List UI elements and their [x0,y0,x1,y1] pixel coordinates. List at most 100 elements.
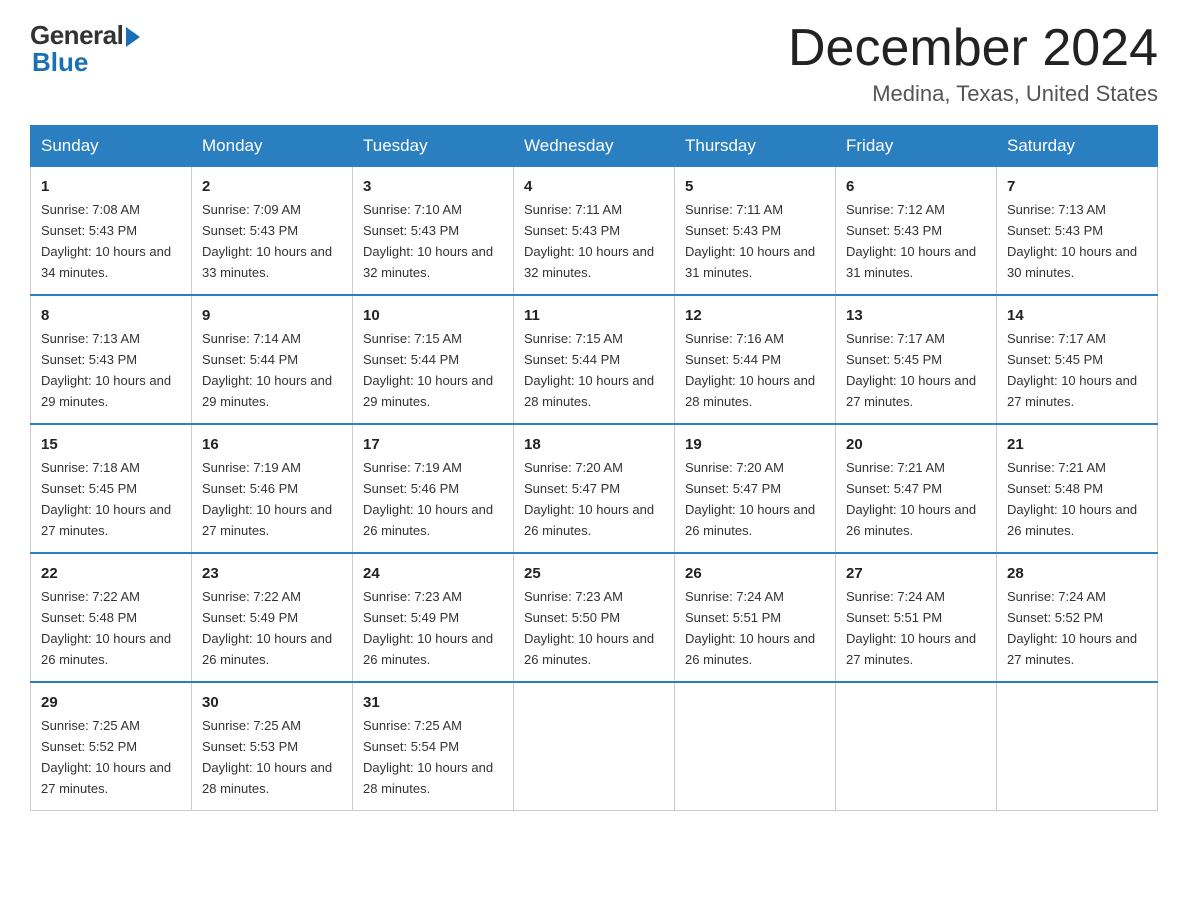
day-info: Sunrise: 7:25 AMSunset: 5:52 PMDaylight:… [41,718,171,796]
day-info: Sunrise: 7:20 AMSunset: 5:47 PMDaylight:… [524,460,654,538]
page-header: General Blue December 2024 Medina, Texas… [30,20,1158,107]
day-number: 19 [685,433,825,456]
day-number: 30 [202,691,342,714]
table-row: 10 Sunrise: 7:15 AMSunset: 5:44 PMDayligh… [353,295,514,424]
day-number: 1 [41,175,181,198]
day-info: Sunrise: 7:13 AMSunset: 5:43 PMDaylight:… [41,331,171,409]
week-row-4: 22Sunrise: 7:22 AMSunset: 5:48 PMDayligh… [31,553,1158,682]
table-row: 20 Sunrise: 7:21 AMSunset: 5:47 PMDayligh… [836,424,997,553]
week-row-5: 29Sunrise: 7:25 AMSunset: 5:52 PMDayligh… [31,682,1158,810]
day-info: Sunrise: 7:15 AMSunset: 5:44 PMDaylight:… [363,331,493,409]
calendar-table: SundayMondayTuesdayWednesdayThursdayFrid… [30,125,1158,811]
table-row: 12 Sunrise: 7:16 AMSunset: 5:44 PMDayligh… [675,295,836,424]
table-row: 15Sunrise: 7:18 AMSunset: 5:45 PMDayligh… [31,424,192,553]
day-info: Sunrise: 7:08 AMSunset: 5:43 PMDaylight:… [41,202,171,280]
logo: General Blue [30,20,140,78]
table-row: 27 Sunrise: 7:24 AMSunset: 5:51 PMDayligh… [836,553,997,682]
table-row: 13Sunrise: 7:17 AMSunset: 5:45 PMDayligh… [836,295,997,424]
header-sunday: Sunday [31,126,192,167]
table-row: 29Sunrise: 7:25 AMSunset: 5:52 PMDayligh… [31,682,192,810]
day-number: 10 [363,304,503,327]
day-number: 5 [685,175,825,198]
day-number: 15 [41,433,181,456]
day-info: Sunrise: 7:24 AMSunset: 5:51 PMDaylight:… [685,589,815,667]
day-info: Sunrise: 7:24 AMSunset: 5:51 PMDaylight:… [846,589,976,667]
table-row: 2Sunrise: 7:09 AMSunset: 5:43 PMDaylight… [192,167,353,295]
day-number: 17 [363,433,503,456]
day-number: 13 [846,304,986,327]
week-row-1: 1 Sunrise: 7:08 AMSunset: 5:43 PMDaylight… [31,167,1158,295]
day-info: Sunrise: 7:24 AMSunset: 5:52 PMDaylight:… [1007,589,1137,667]
day-number: 24 [363,562,503,585]
day-number: 16 [202,433,342,456]
day-info: Sunrise: 7:25 AMSunset: 5:53 PMDaylight:… [202,718,332,796]
table-row: 8 Sunrise: 7:13 AMSunset: 5:43 PMDaylight… [31,295,192,424]
day-info: Sunrise: 7:10 AMSunset: 5:43 PMDaylight:… [363,202,493,280]
day-info: Sunrise: 7:22 AMSunset: 5:49 PMDaylight:… [202,589,332,667]
week-row-2: 8 Sunrise: 7:13 AMSunset: 5:43 PMDaylight… [31,295,1158,424]
day-info: Sunrise: 7:21 AMSunset: 5:47 PMDaylight:… [846,460,976,538]
day-info: Sunrise: 7:16 AMSunset: 5:44 PMDaylight:… [685,331,815,409]
logo-arrow-icon [126,27,140,47]
table-row: 7 Sunrise: 7:13 AMSunset: 5:43 PMDaylight… [997,167,1158,295]
day-info: Sunrise: 7:25 AMSunset: 5:54 PMDaylight:… [363,718,493,796]
table-row: 3 Sunrise: 7:10 AMSunset: 5:43 PMDaylight… [353,167,514,295]
week-row-3: 15Sunrise: 7:18 AMSunset: 5:45 PMDayligh… [31,424,1158,553]
table-row: 22Sunrise: 7:22 AMSunset: 5:48 PMDayligh… [31,553,192,682]
title-block: December 2024 Medina, Texas, United Stat… [788,20,1158,107]
location: Medina, Texas, United States [788,81,1158,107]
day-number: 11 [524,304,664,327]
table-row: 28Sunrise: 7:24 AMSunset: 5:52 PMDayligh… [997,553,1158,682]
day-info: Sunrise: 7:11 AMSunset: 5:43 PMDaylight:… [524,202,654,280]
table-row: 30 Sunrise: 7:25 AMSunset: 5:53 PMDayligh… [192,682,353,810]
table-row: 9Sunrise: 7:14 AMSunset: 5:44 PMDaylight… [192,295,353,424]
header-friday: Friday [836,126,997,167]
day-number: 9 [202,304,342,327]
day-number: 25 [524,562,664,585]
table-row [675,682,836,810]
table-row: 23Sunrise: 7:22 AMSunset: 5:49 PMDayligh… [192,553,353,682]
table-row: 17 Sunrise: 7:19 AMSunset: 5:46 PMDayligh… [353,424,514,553]
table-row [997,682,1158,810]
day-number: 14 [1007,304,1147,327]
day-info: Sunrise: 7:20 AMSunset: 5:47 PMDaylight:… [685,460,815,538]
day-number: 6 [846,175,986,198]
day-info: Sunrise: 7:19 AMSunset: 5:46 PMDaylight:… [202,460,332,538]
day-info: Sunrise: 7:15 AMSunset: 5:44 PMDaylight:… [524,331,654,409]
day-info: Sunrise: 7:11 AMSunset: 5:43 PMDaylight:… [685,202,815,280]
day-number: 8 [41,304,181,327]
day-number: 21 [1007,433,1147,456]
header-wednesday: Wednesday [514,126,675,167]
header-tuesday: Tuesday [353,126,514,167]
day-info: Sunrise: 7:09 AMSunset: 5:43 PMDaylight:… [202,202,332,280]
day-number: 27 [846,562,986,585]
day-number: 18 [524,433,664,456]
table-row: 4 Sunrise: 7:11 AMSunset: 5:43 PMDaylight… [514,167,675,295]
day-number: 20 [846,433,986,456]
day-number: 31 [363,691,503,714]
table-row: 19 Sunrise: 7:20 AMSunset: 5:47 PMDayligh… [675,424,836,553]
header-thursday: Thursday [675,126,836,167]
table-row [836,682,997,810]
day-info: Sunrise: 7:19 AMSunset: 5:46 PMDaylight:… [363,460,493,538]
day-info: Sunrise: 7:21 AMSunset: 5:48 PMDaylight:… [1007,460,1137,538]
table-row: 5 Sunrise: 7:11 AMSunset: 5:43 PMDaylight… [675,167,836,295]
logo-blue-text: Blue [32,47,88,78]
day-number: 7 [1007,175,1147,198]
table-row: 1 Sunrise: 7:08 AMSunset: 5:43 PMDaylight… [31,167,192,295]
header-saturday: Saturday [997,126,1158,167]
month-title: December 2024 [788,20,1158,77]
day-number: 12 [685,304,825,327]
table-row: 6 Sunrise: 7:12 AMSunset: 5:43 PMDaylight… [836,167,997,295]
day-info: Sunrise: 7:13 AMSunset: 5:43 PMDaylight:… [1007,202,1137,280]
table-row: 31 Sunrise: 7:25 AMSunset: 5:54 PMDayligh… [353,682,514,810]
table-row: 25 Sunrise: 7:23 AMSunset: 5:50 PMDayligh… [514,553,675,682]
day-number: 26 [685,562,825,585]
day-number: 22 [41,562,181,585]
day-number: 3 [363,175,503,198]
day-info: Sunrise: 7:17 AMSunset: 5:45 PMDaylight:… [1007,331,1137,409]
day-info: Sunrise: 7:12 AMSunset: 5:43 PMDaylight:… [846,202,976,280]
day-number: 4 [524,175,664,198]
day-info: Sunrise: 7:23 AMSunset: 5:50 PMDaylight:… [524,589,654,667]
table-row: 14 Sunrise: 7:17 AMSunset: 5:45 PMDayligh… [997,295,1158,424]
